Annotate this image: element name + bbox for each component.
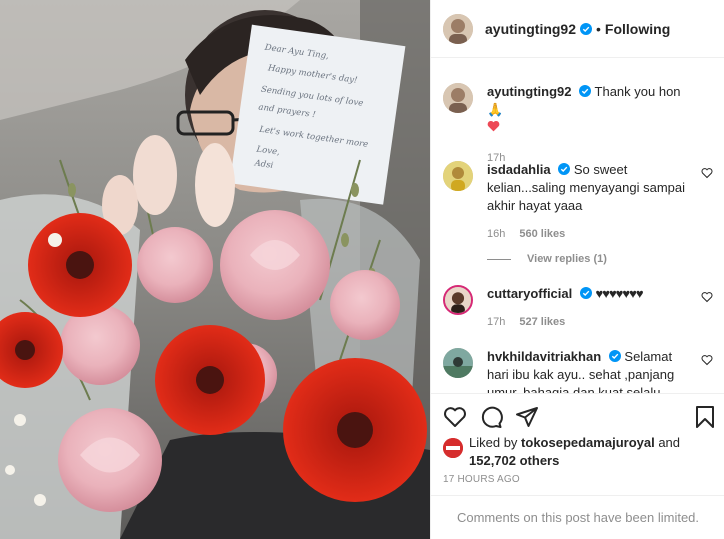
- commenter-avatar[interactable]: [443, 161, 473, 191]
- author-username[interactable]: ayutingting92: [485, 21, 576, 37]
- comments-limited-notice: Comments on this post have been limited.: [431, 495, 724, 539]
- post-header: ayutingting92 • Following: [431, 0, 724, 58]
- bookmark-icon[interactable]: [693, 405, 717, 429]
- emoji-heart-line: [487, 119, 687, 137]
- caption-comment: ayutingting92 Thank you hon 🙏 17h: [443, 83, 713, 167]
- verified-badge-icon: [579, 85, 592, 97]
- red-heart-icon: [487, 120, 500, 132]
- comments-list: ayutingting92 Thank you hon 🙏 17h isdada…: [431, 59, 724, 393]
- view-replies-label[interactable]: View replies (1): [527, 253, 607, 265]
- comment-item: isdadahlia So sweet kelian...saling meny…: [443, 161, 713, 243]
- comment-icon[interactable]: [479, 405, 503, 429]
- verified-badge-icon: [579, 287, 592, 299]
- heart-icon[interactable]: [701, 291, 713, 303]
- comment-text: ♥♥♥♥♥♥♥: [595, 286, 644, 301]
- comment-item: hvkhildavitriakhan Selamat hari ibu kak …: [443, 348, 713, 393]
- comment-username[interactable]: ayutingting92: [487, 84, 572, 99]
- flower-bouquet-photo: Dear Ayu Ting, Happy mother's day! Sendi…: [0, 0, 430, 539]
- comment-likes[interactable]: 560 likes: [519, 225, 565, 243]
- likes-prefix: Liked by: [469, 435, 522, 450]
- likes-middle: and: [654, 435, 681, 450]
- verified-badge-icon: [558, 163, 571, 175]
- separator-dot: •: [596, 20, 601, 37]
- comment-username[interactable]: cuttaryofficial: [487, 286, 572, 301]
- comment-username[interactable]: hvkhildavitriakhan: [487, 349, 601, 364]
- comments-limited-text: Comments on this post have been limited.: [456, 510, 700, 525]
- heart-icon[interactable]: [701, 354, 713, 366]
- commenter-avatar[interactable]: [443, 83, 473, 113]
- verified-badge-icon: [580, 22, 593, 35]
- heart-icon[interactable]: [701, 167, 713, 179]
- author-avatar[interactable]: [443, 13, 473, 44]
- verified-badge-icon: [608, 350, 621, 362]
- likes-count[interactable]: 152,702 others: [469, 453, 559, 468]
- comment-time[interactable]: 16h: [487, 225, 505, 243]
- comment-time[interactable]: 17h: [487, 313, 505, 331]
- comment-username[interactable]: isdadahlia: [487, 162, 551, 177]
- view-replies-link[interactable]: View replies (1): [487, 253, 607, 265]
- like-heart-icon[interactable]: [443, 405, 467, 429]
- commenter-avatar[interactable]: [443, 285, 473, 315]
- liker-username[interactable]: tokosepedamajuroyal: [521, 435, 655, 450]
- post-actions-bar: [431, 393, 724, 439]
- post-timestamp[interactable]: 17 HOURS AGO: [443, 474, 520, 485]
- following-button[interactable]: Following: [605, 21, 670, 37]
- commenter-avatar[interactable]: [443, 348, 473, 378]
- comment-likes[interactable]: 527 likes: [519, 313, 565, 331]
- likes-summary: Liked by tokosepedamajuroyal and 152,702…: [443, 434, 713, 470]
- liker-avatar[interactable]: [443, 438, 463, 458]
- comment-item: cuttaryofficial ♥♥♥♥♥♥♥ 17h 527 likes: [443, 285, 713, 331]
- post-photo: Dear Ayu Ting, Happy mother's day! Sendi…: [0, 0, 430, 539]
- post-side-panel: ayutingting92 • Following ayutingting92 …: [430, 0, 724, 539]
- share-icon[interactable]: [515, 405, 539, 429]
- replies-divider: [487, 258, 511, 260]
